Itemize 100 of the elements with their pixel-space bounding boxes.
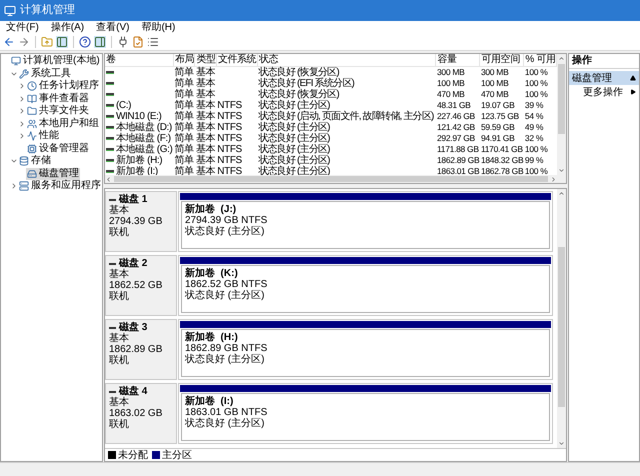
partition-label: 新加卷 (K:) — [185, 268, 239, 279]
partition-label: 新加卷 (H:) — [185, 332, 239, 343]
vertical-scrollbar[interactable] — [557, 189, 566, 448]
volume-name: 本地磁盘 (D:) — [116, 122, 172, 132]
forward-arrow-icon[interactable] — [18, 36, 30, 48]
partition-box[interactable]: 新加卷 (J:) 2794.39 GB NTFS 状态良好 (主分区) — [181, 201, 550, 249]
help-icon[interactable] — [79, 36, 91, 48]
vertical-scrollbar[interactable] — [557, 54, 566, 175]
table-cell: 简单 — [173, 154, 195, 166]
scroll-up-icon[interactable] — [558, 190, 565, 197]
table-cell: 简单 — [173, 78, 195, 88]
column-header[interactable]: 文件系统 — [216, 54, 258, 66]
table-cell: 基本 — [194, 100, 216, 110]
table-cell: 简单 — [173, 100, 195, 110]
column-header[interactable]: 布局 — [173, 54, 195, 66]
back-arrow-icon[interactable] — [3, 36, 15, 48]
table-cell-text: 123.75 GB — [480, 110, 520, 122]
table-cell: 基本 — [194, 66, 216, 78]
table-cell: 基本 — [194, 154, 216, 166]
table-cell-text: NTFS — [216, 100, 243, 110]
disk-size: 1862.89 GB — [109, 344, 164, 355]
volume-name: (C:) — [116, 100, 132, 110]
tree-item[interactable]: 设备管理器 — [26, 142, 90, 155]
table-cell: 状态良好 (主分区) — [257, 122, 436, 132]
folder-icon — [27, 106, 37, 116]
table-cell-text: NTFS — [216, 122, 243, 132]
scrollbar-thumb[interactable] — [558, 64, 565, 134]
panel-icon[interactable] — [94, 36, 106, 48]
scroll-left-icon[interactable] — [105, 176, 112, 182]
table-cell: 1863.01 GB — [436, 166, 480, 175]
table-cell-text: 100 MB — [480, 78, 510, 88]
menu-item[interactable]: 帮助(H) — [135, 22, 182, 34]
disk-name: 磁盘 4 — [119, 386, 148, 397]
column-header[interactable]: 状态 — [257, 54, 436, 66]
tree-item[interactable]: 本地用户和组 — [26, 118, 100, 130]
table-cell-text: 49 % — [524, 122, 544, 132]
actions-section-header[interactable]: 磁盘管理 — [569, 71, 639, 85]
actions-title: 操作 — [569, 54, 639, 69]
collapse-triangle-icon[interactable] — [630, 75, 636, 81]
tree-item[interactable]: 服务和应用程序 — [18, 180, 102, 192]
column-header[interactable]: 容量 — [436, 54, 480, 66]
column-header[interactable]: 可用空间 — [480, 54, 524, 66]
plug-icon[interactable] — [117, 36, 129, 48]
panel-icon[interactable] — [56, 36, 68, 48]
users-icon — [27, 118, 37, 129]
tree-item[interactable]: 系统工具 — [18, 68, 72, 80]
table-cell: 简单 — [173, 132, 195, 144]
document-check-icon[interactable] — [132, 36, 144, 48]
tree-item[interactable]: 性能 — [26, 130, 60, 142]
horizontal-scrollbar[interactable] — [105, 175, 566, 183]
volume-name: 本地磁盘 (G:) — [116, 144, 172, 154]
tree-item[interactable]: 存储 — [18, 155, 52, 168]
table-cell: 1848.32 GB — [480, 154, 524, 166]
column-header[interactable]: 卷 — [105, 54, 174, 66]
partition-box[interactable]: 新加卷 (I:) 1863.01 GB NTFS 状态良好 (主分区) — [181, 393, 550, 441]
table-cell-text: 121.42 GB — [436, 122, 476, 132]
scroll-down-icon[interactable] — [558, 440, 565, 447]
disk-status: 联机 — [109, 291, 130, 302]
disk-type: 基本 — [109, 205, 130, 216]
table-cell-text: 19.07 GB — [480, 100, 516, 110]
table-cell-text: 100 % — [524, 88, 549, 100]
action-item[interactable]: 更多操作 — [569, 85, 639, 99]
scroll-up-icon[interactable] — [558, 55, 565, 62]
menu-item[interactable]: 操作(A) — [44, 22, 90, 34]
book-icon — [27, 94, 37, 104]
table-cell: 基本 — [194, 110, 216, 122]
scroll-down-icon[interactable] — [558, 167, 565, 174]
tree-item[interactable]: 任务计划程序 — [26, 80, 100, 92]
menu-item[interactable]: 查看(V) — [90, 22, 136, 34]
tree-item[interactable]: 磁盘管理 — [26, 168, 80, 180]
table-cell-text: NTFS — [216, 154, 243, 166]
table-cell: 基本 — [194, 166, 216, 175]
table-cell-text: 54 % — [524, 110, 544, 122]
table-cell-text: 227.46 GB — [436, 110, 476, 122]
table-cell-text: 99 % — [524, 154, 544, 166]
scrollbar-thumb[interactable] — [114, 176, 548, 182]
tree-item[interactable]: 事件查看器 — [26, 92, 90, 105]
partition-label: 新加卷 (I:) — [185, 396, 234, 407]
partition-box[interactable]: 新加卷 (K:) 1862.52 GB NTFS 状态良好 (主分区) — [181, 265, 550, 313]
table-cell-text: 状态良好 (EFI 系统分区) — [257, 78, 356, 88]
tree-item[interactable]: 共享文件夹 — [26, 105, 90, 118]
wrench-icon — [19, 68, 29, 79]
table-cell-text: NTFS — [216, 166, 243, 175]
table-cell: 100 % — [524, 66, 556, 78]
table-cell-text: 100 % — [524, 78, 549, 88]
tree-item[interactable]: 计算机管理(本地) — [10, 55, 101, 68]
partition-box[interactable]: 新加卷 (H:) 1862.89 GB NTFS 状态良好 (主分区) — [181, 329, 550, 377]
disk-name: 磁盘 1 — [119, 194, 148, 205]
table-cell: 300 MB — [436, 66, 480, 78]
table-cell-text: 状态良好 (启动, 页面文件, 故障转储, 主分区) — [257, 110, 435, 122]
partition-status: 状态良好 (主分区) — [185, 290, 266, 301]
scroll-right-icon[interactable] — [550, 176, 557, 182]
legend-label: 主分区 — [162, 450, 192, 460]
table-cell: 基本 — [194, 132, 216, 144]
disk-name: 磁盘 2 — [119, 258, 148, 269]
menu-item[interactable]: 文件(F) — [0, 22, 45, 34]
partition-status: 状态良好 (主分区) — [185, 418, 266, 429]
partition-size: 1862.52 GB NTFS — [185, 279, 268, 290]
column-header[interactable]: 类型 — [194, 54, 216, 66]
scrollbar-thumb[interactable] — [558, 247, 565, 407]
